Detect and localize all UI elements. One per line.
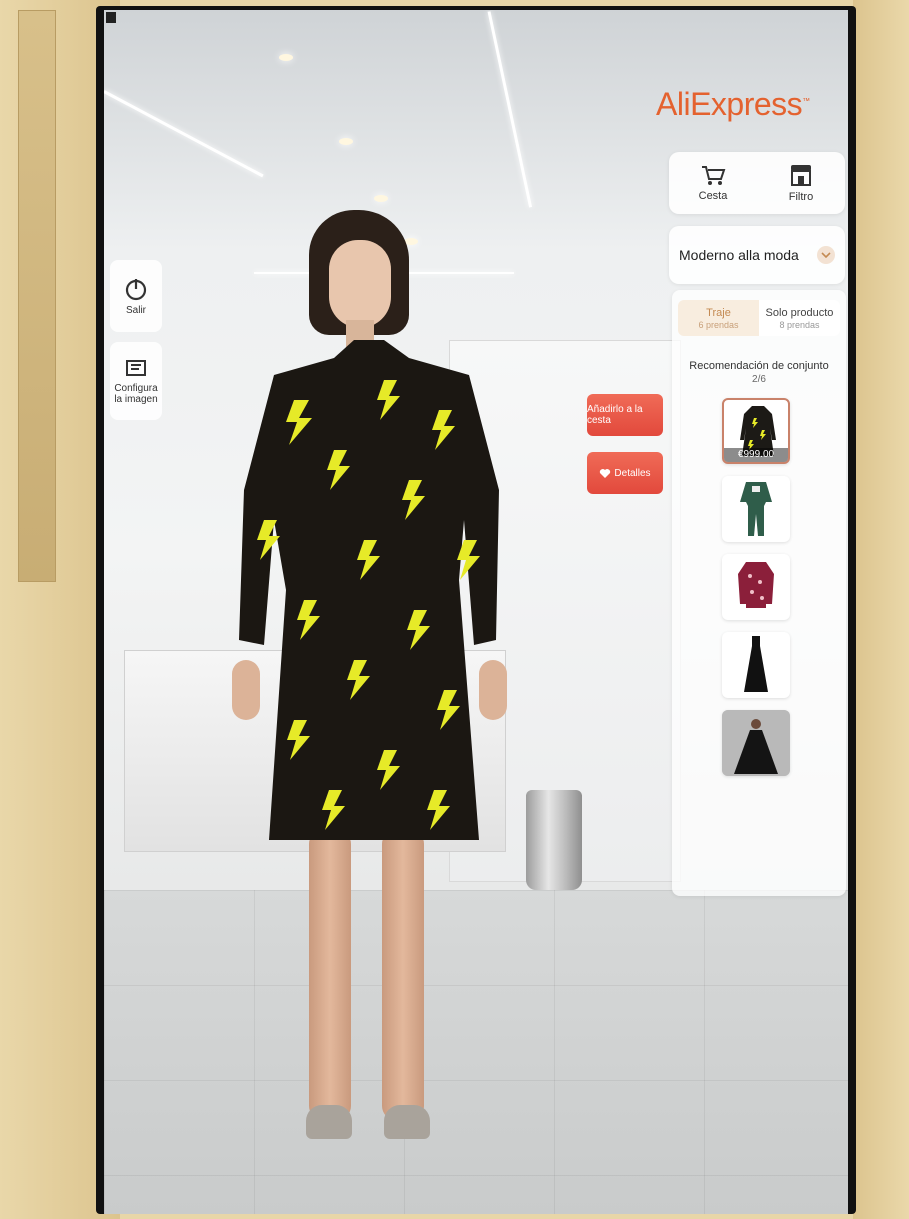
- add-to-cart-button[interactable]: Añadirlo a la cesta: [587, 394, 663, 436]
- model-shoe-right: [384, 1105, 430, 1139]
- tab-solo-producto-label: Solo producto: [765, 306, 834, 319]
- product-thumb-lightning-dress[interactable]: €999.00: [722, 398, 790, 464]
- ceiling-spot: [279, 54, 293, 61]
- style-select[interactable]: Moderno alla moda: [669, 226, 845, 284]
- product-thumb-red-jacket[interactable]: [722, 554, 790, 620]
- ceiling-light: [104, 90, 264, 178]
- configure-image-label: Configura la imagen: [114, 383, 158, 405]
- store-icon: [791, 165, 811, 186]
- model-leg-right: [382, 830, 424, 1120]
- product-thumb-cape-outfit[interactable]: [722, 710, 790, 776]
- model-shoe-left: [306, 1105, 352, 1139]
- screen-corner-label: [106, 12, 117, 23]
- lightning-print-dress-worn: [239, 340, 499, 840]
- power-icon: [125, 278, 147, 300]
- cape-thumbnail: [722, 710, 790, 776]
- virtual-model: [204, 210, 524, 1160]
- tab-traje-label: Traje: [706, 306, 731, 319]
- details-button[interactable]: Detalles: [587, 452, 663, 494]
- tab-traje-count: 6 prendas: [698, 319, 739, 330]
- product-thumb-black-dress[interactable]: [722, 632, 790, 698]
- recommendation-title: Recomendación de conjunto: [689, 360, 829, 372]
- tab-solo-producto-count: 8 prendas: [779, 319, 820, 330]
- filter-label: Filtro: [788, 191, 814, 203]
- details-label: Detalles: [614, 467, 651, 479]
- exit-label: Salir: [125, 304, 146, 316]
- kiosk-frame-right: [853, 0, 909, 1219]
- product-thumb-green-tracksuit[interactable]: [722, 476, 790, 542]
- top-actions-bar: Cesta Filtro: [669, 152, 845, 214]
- jacket-thumbnail: [738, 562, 774, 608]
- tab-solo-producto[interactable]: Solo producto 8 prendas: [759, 300, 840, 336]
- shopping-cart-icon: [702, 166, 726, 185]
- add-to-cart-label: Añadirlo a la cesta: [587, 404, 643, 426]
- mirror-screen: AliExpress™ Cesta Filtro Moderno alla mo…: [96, 6, 856, 1214]
- background-stool: [526, 790, 582, 890]
- ceiling-spot: [339, 138, 353, 145]
- configure-image-button[interactable]: Configura la imagen: [110, 342, 162, 420]
- tracksuit-thumbnail: [740, 482, 772, 536]
- filter-button[interactable]: Filtro: [757, 152, 845, 214]
- black-dress-thumbnail: [744, 636, 768, 692]
- model-leg-left: [309, 830, 351, 1120]
- recommendation-panel: Traje 6 prendas Solo producto 8 prendas …: [672, 290, 846, 896]
- chevron-down-icon: [817, 246, 835, 264]
- recommendation-count: 2/6: [752, 374, 766, 385]
- style-select-value: Moderno alla moda: [679, 247, 799, 263]
- configure-image-icon: [126, 360, 146, 376]
- aliexpress-logo: AliExpress™: [656, 86, 810, 122]
- ceiling-spot: [374, 195, 388, 202]
- cart-button[interactable]: Cesta: [669, 152, 757, 214]
- cart-label: Cesta: [698, 190, 728, 202]
- outfit-mode-tabs: Traje 6 prendas Solo producto 8 prendas: [678, 300, 840, 336]
- model-face: [329, 240, 391, 328]
- kiosk-frame-panel: [18, 10, 56, 582]
- exit-button[interactable]: Salir: [110, 260, 162, 332]
- tab-traje[interactable]: Traje 6 prendas: [678, 300, 759, 336]
- ceiling-light: [487, 11, 533, 208]
- heart-icon: [600, 468, 611, 478]
- product-price: €999.00: [724, 448, 788, 462]
